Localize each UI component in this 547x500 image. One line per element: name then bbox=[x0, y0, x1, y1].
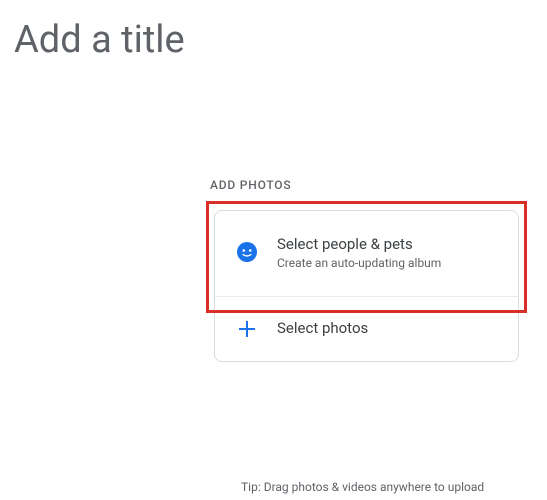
option-text: Select people & pets Create an auto-upda… bbox=[277, 235, 441, 270]
plus-icon bbox=[235, 317, 259, 341]
face-icon bbox=[235, 240, 259, 264]
add-photos-section-label: ADD PHOTOS bbox=[210, 178, 291, 192]
option-title: Select people & pets bbox=[277, 235, 441, 255]
upload-tip-text: Tip: Drag photos & videos anywhere to up… bbox=[241, 480, 484, 494]
select-people-pets-option[interactable]: Select people & pets Create an auto-upda… bbox=[215, 211, 518, 296]
option-title: Select photos bbox=[277, 319, 368, 339]
add-photos-options: Select people & pets Create an auto-upda… bbox=[214, 210, 519, 362]
album-title-input[interactable] bbox=[14, 18, 414, 62]
select-photos-option[interactable]: Select photos bbox=[215, 297, 518, 361]
option-subtitle: Create an auto-updating album bbox=[277, 256, 441, 270]
option-text: Select photos bbox=[277, 319, 368, 339]
